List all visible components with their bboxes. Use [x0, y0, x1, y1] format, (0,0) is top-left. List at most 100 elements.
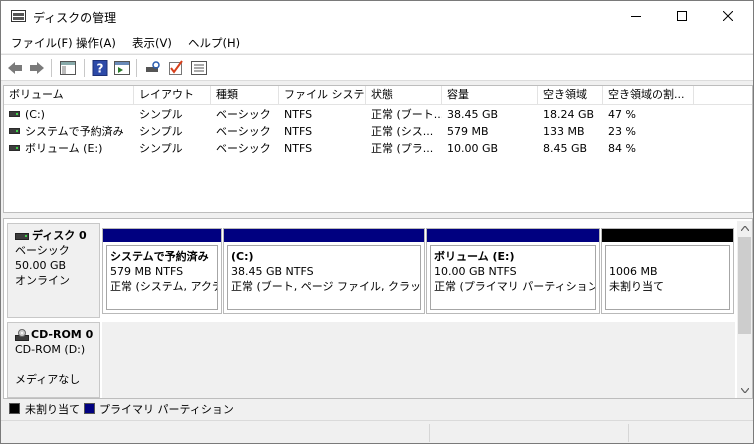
partition-status: 未割り当て [609, 280, 664, 293]
status-divider [429, 424, 430, 442]
toolbar: ? [1, 54, 753, 81]
free-space-cell: 8.45 GB [543, 142, 588, 155]
partition-name: ボリューム (E:) [434, 250, 515, 263]
svg-text:?: ? [97, 62, 104, 76]
forward-button[interactable] [28, 59, 46, 77]
rescan-disks-button[interactable] [144, 59, 162, 77]
partition-status: 正常 (ブート, ページ ファイル, クラッシュ ダ [231, 280, 421, 293]
partition-unallocated[interactable]: 1006 MB 未割り当て [601, 228, 734, 314]
primary-partition-bar [103, 229, 221, 242]
maximize-button[interactable] [659, 1, 705, 31]
partition-status: 正常 (システム, アクティ [110, 280, 217, 293]
free-space-cell: 133 MB [543, 125, 585, 138]
menu-file[interactable]: ファイル(F) [11, 35, 73, 51]
column-header-status[interactable]: 状態 [366, 86, 442, 105]
volume-row[interactable]: システムで予約済み シンプル ベーシック NTFS 正常 (シス... 579 … [4, 123, 752, 140]
menu-view[interactable]: 表示(V) [132, 35, 172, 51]
status-cell: 正常 (ブート... [371, 108, 442, 121]
disk-type: ベーシック [15, 244, 70, 257]
volume-name: システムで予約済み [25, 125, 124, 138]
window-title: ディスクの管理 [33, 11, 117, 25]
status-cell: 正常 (シス... [371, 125, 434, 138]
partition-details: (C:) 38.45 GB NTFS 正常 (ブート, ページ ファイル, クラ… [227, 245, 421, 310]
partition-status: 正常 (プライマリ パーティション) [434, 280, 596, 293]
maximize-icon [677, 11, 687, 21]
disk-graphical-view: ディスク 0 ベーシック 50.00 GB オンライン システムで予約済み 57… [3, 218, 753, 399]
disk-status: オンライン [15, 274, 70, 287]
partition-e[interactable]: ボリューム (E:) 10.00 GB NTFS 正常 (プライマリ パーティシ… [426, 228, 600, 314]
toolbar-separator [84, 59, 85, 77]
menu-help[interactable]: ヘルプ(H) [188, 35, 240, 51]
capacity-cell: 579 MB [447, 125, 489, 138]
drive-icon [9, 145, 20, 151]
minimize-button[interactable] [613, 1, 659, 31]
type-cell: ベーシック [216, 125, 271, 138]
disk-0-label[interactable]: ディスク 0 ベーシック 50.00 GB オンライン [7, 223, 100, 318]
help-button[interactable]: ? [91, 59, 109, 77]
partition-name: システムで予約済み [110, 250, 209, 263]
back-arrow-icon [8, 62, 22, 74]
toolbar-separator [136, 59, 137, 77]
toolbar-separator [51, 59, 52, 77]
column-header-layout[interactable]: レイアウト [134, 86, 211, 105]
volume-row[interactable]: (C:) シンプル ベーシック NTFS 正常 (ブート... 38.45 GB… [4, 106, 752, 123]
partition-c[interactable]: (C:) 38.45 GB NTFS 正常 (ブート, ページ ファイル, クラ… [223, 228, 425, 314]
legend: 未割り当て プライマリ パーティション [3, 400, 753, 418]
chevron-up-icon [740, 226, 749, 231]
check-disk-button[interactable] [167, 59, 185, 77]
capacity-cell: 38.45 GB [447, 108, 499, 121]
column-header-capacity[interactable]: 容量 [442, 86, 538, 105]
column-header-type[interactable]: 種類 [211, 86, 279, 105]
cdrom-volume-area [102, 322, 735, 398]
scroll-down-button[interactable] [737, 383, 752, 398]
disk-name: ディスク 0 [32, 229, 87, 242]
close-button[interactable] [705, 1, 751, 31]
volume-cell: (C:) [4, 106, 134, 123]
rescan-icon [146, 61, 160, 72]
cdrom-name: CD-ROM 0 [31, 328, 94, 341]
minimize-icon [631, 16, 641, 17]
column-header-percent-free[interactable]: 空き領域の割... [603, 86, 694, 105]
capacity-cell: 10.00 GB [447, 142, 499, 155]
partition-details: システムで予約済み 579 MB NTFS 正常 (システム, アクティ [106, 245, 218, 310]
partition-size: 10.00 GB NTFS [434, 265, 517, 278]
volume-name: ボリューム (E:) [25, 142, 103, 155]
check-icon [169, 60, 183, 75]
scroll-up-button[interactable] [737, 221, 752, 236]
cdrom-icon [15, 329, 29, 341]
volume-list-header: ボリューム レイアウト 種類 ファイル システム 状態 容量 空き領域 空き領域… [4, 86, 752, 105]
column-header-volume[interactable]: ボリューム [4, 86, 134, 105]
cdrom-title: CD-ROM 0 [15, 327, 99, 342]
layout-cell: シンプル [139, 125, 183, 138]
primary-partition-bar [224, 229, 424, 242]
cdrom-media-status: メディアなし [15, 373, 81, 386]
menu-action[interactable]: 操作(A) [76, 35, 116, 51]
title-bar: ディスクの管理 [1, 1, 753, 32]
properties-icon [114, 61, 130, 75]
cdrom-0-label[interactable]: CD-ROM 0 CD-ROM (D:) メディアなし [7, 322, 100, 398]
layout-cell: シンプル [139, 108, 183, 121]
filesystem-cell: NTFS [284, 108, 313, 121]
properties-button[interactable] [113, 59, 131, 77]
status-bar [1, 420, 753, 443]
list-view-button[interactable] [190, 59, 208, 77]
legend-unallocated-label: 未割り当て [25, 403, 80, 416]
chevron-down-icon [740, 388, 749, 393]
show-hide-console-tree-button[interactable] [59, 59, 77, 77]
partition-name [609, 249, 729, 264]
column-header-filesystem[interactable]: ファイル システム [279, 86, 366, 105]
partition-size: 1006 MB [609, 265, 658, 278]
column-header-free-space[interactable]: 空き領域 [538, 86, 603, 105]
status-cell: 正常 (プラ... [371, 142, 434, 155]
cdrom-drive: CD-ROM (D:) [15, 343, 86, 356]
partition-system-reserved[interactable]: システムで予約済み 579 MB NTFS 正常 (システム, アクティ [102, 228, 222, 314]
disk-title: ディスク 0 [15, 228, 99, 243]
vertical-scrollbar[interactable] [737, 221, 752, 398]
partition-size: 38.45 GB NTFS [231, 265, 314, 278]
back-button[interactable] [6, 59, 24, 77]
partition-details: 1006 MB 未割り当て [605, 245, 730, 310]
menu-bar: ファイル(F) 操作(A) 表示(V) ヘルプ(H) [1, 32, 753, 53]
volume-row[interactable]: ボリューム (E:) シンプル ベーシック NTFS 正常 (プラ... 10.… [4, 140, 752, 157]
scroll-thumb[interactable] [738, 237, 751, 334]
volume-list[interactable]: ボリューム レイアウト 種類 ファイル システム 状態 容量 空き領域 空き領域… [3, 85, 753, 213]
